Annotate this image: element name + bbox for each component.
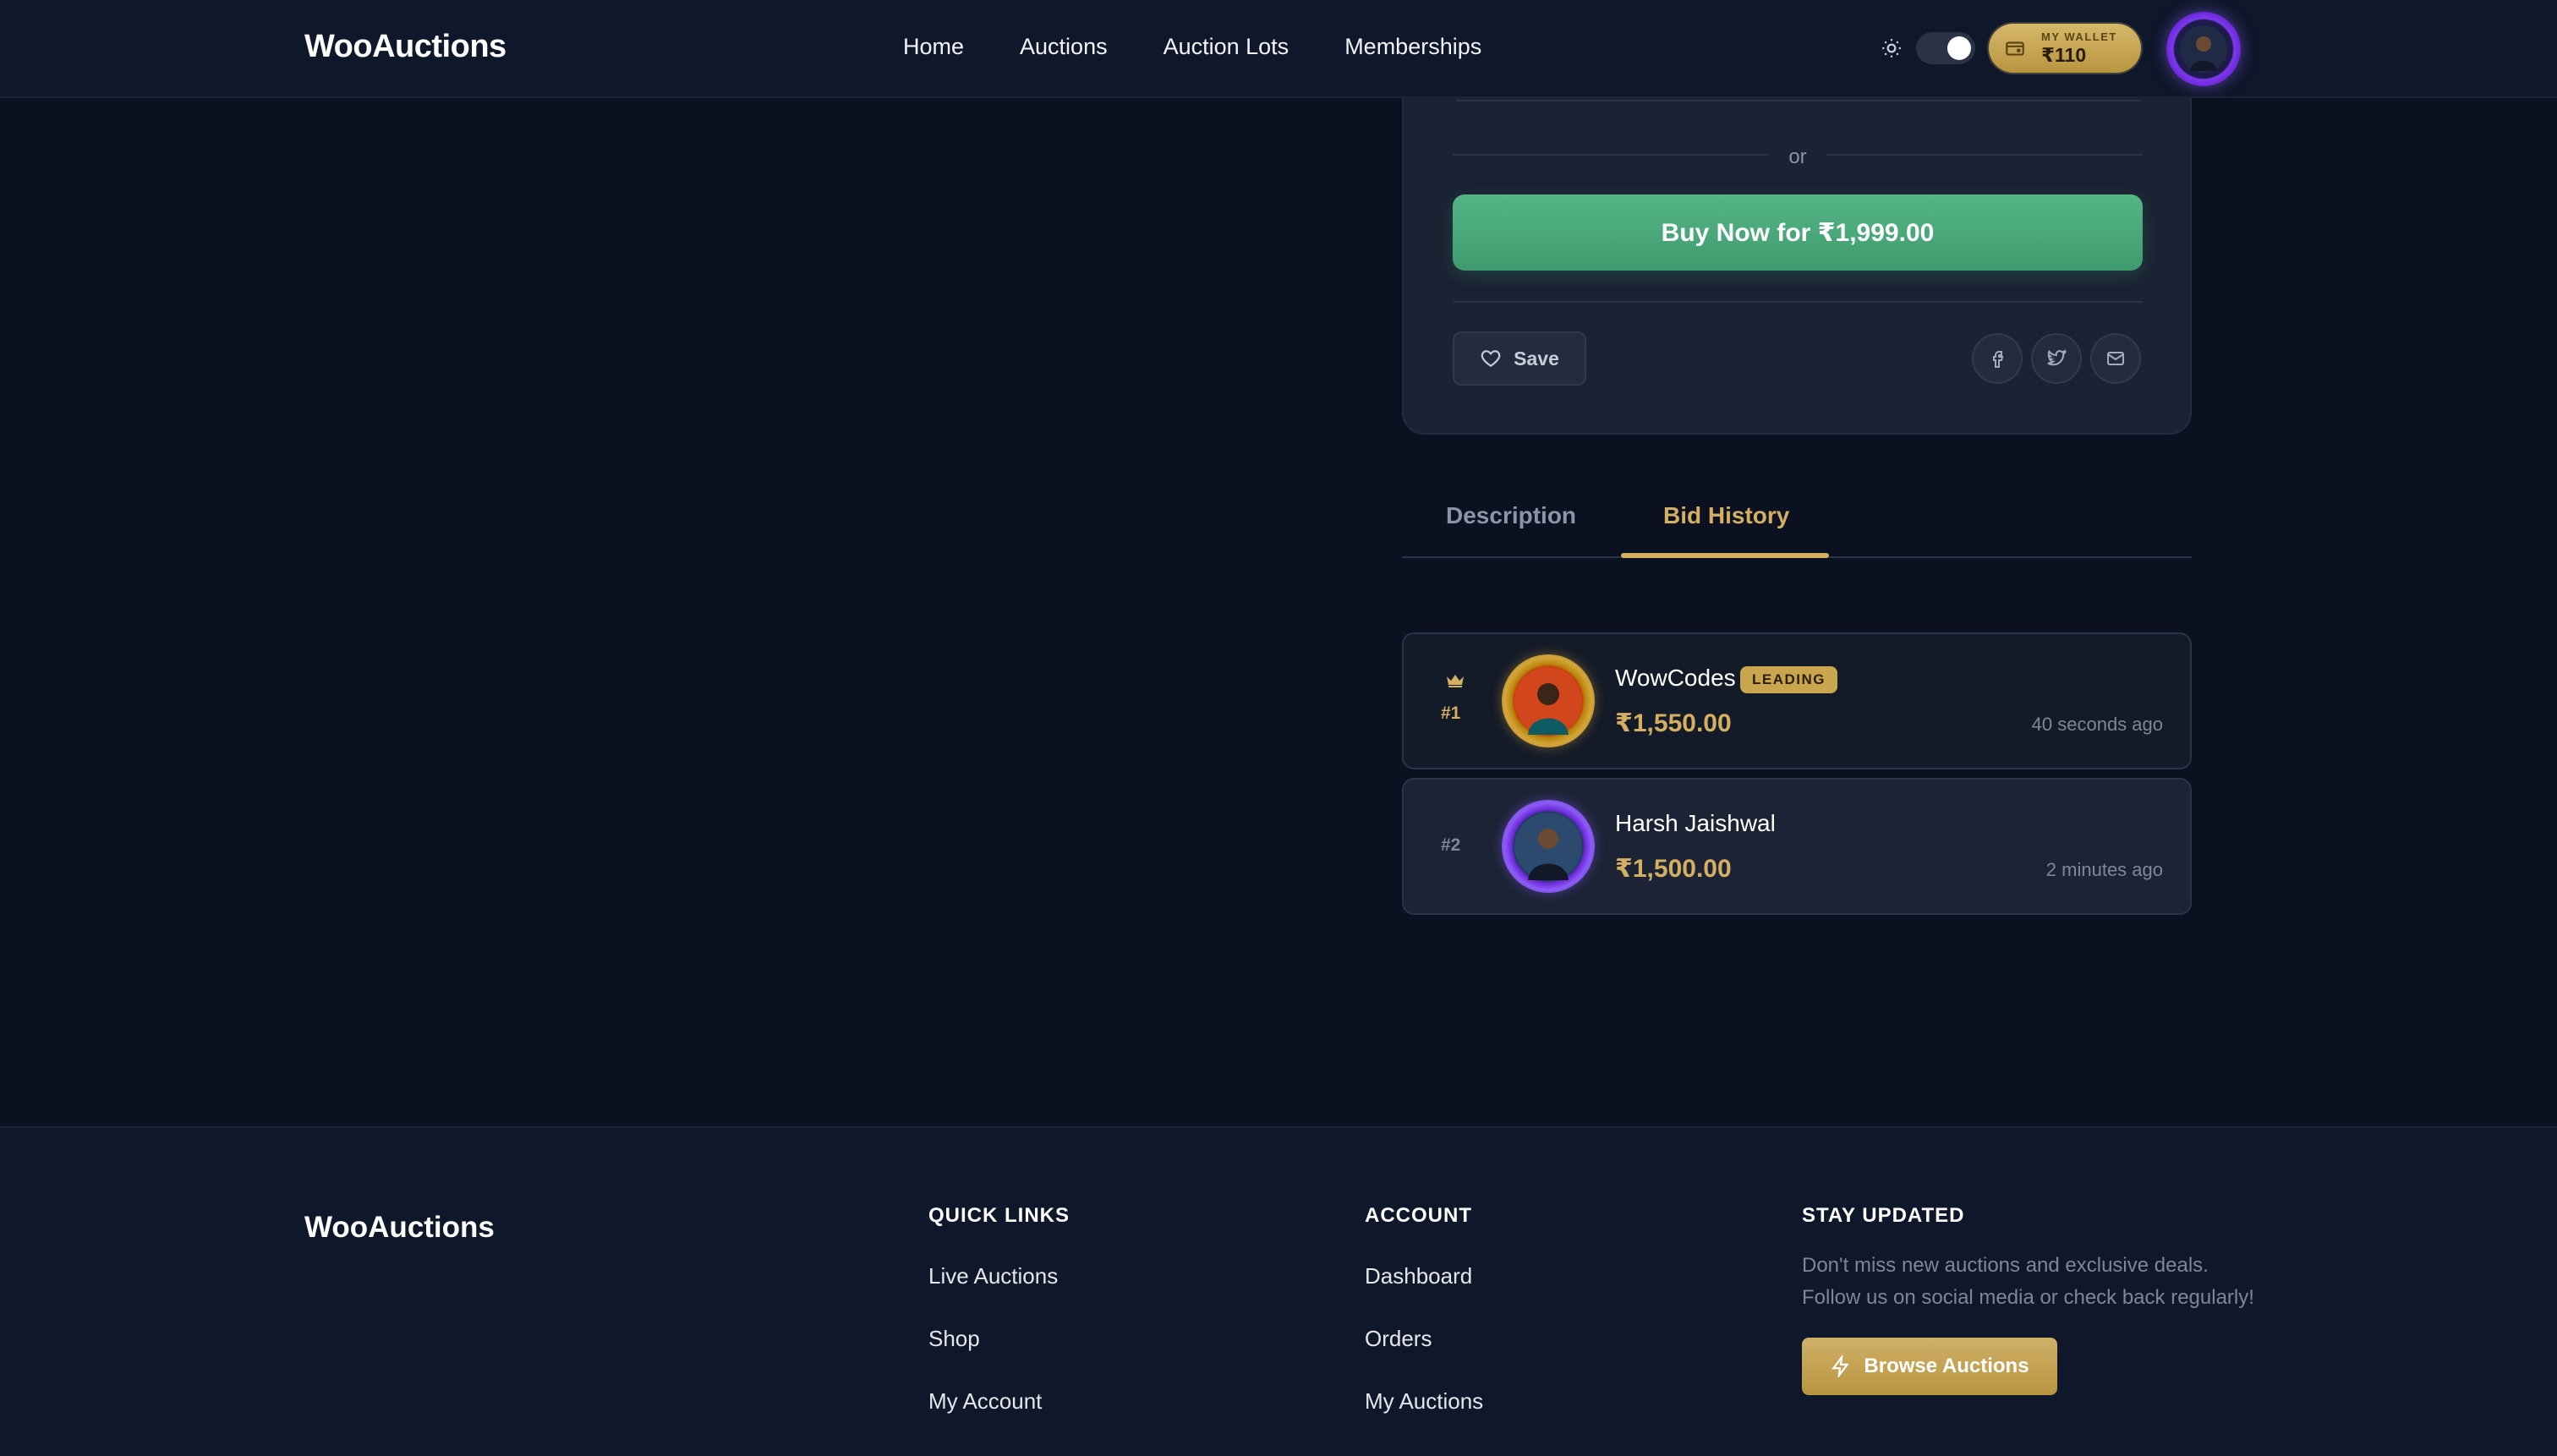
crown-icon bbox=[1447, 675, 1464, 687]
footer-link-shop[interactable]: Shop bbox=[928, 1326, 980, 1352]
or-divider: or bbox=[1453, 145, 2143, 168]
footer-link-my-auctions[interactable]: My Auctions bbox=[1365, 1388, 1483, 1415]
switch-knob bbox=[1947, 36, 1971, 60]
sun-icon bbox=[1882, 39, 1901, 57]
bidder-avatar-image bbox=[1514, 813, 1582, 880]
wallet-icon bbox=[2006, 41, 2024, 56]
active-tab-indicator bbox=[1621, 553, 1829, 558]
bid-rank: #1 bbox=[1441, 703, 1461, 723]
main-nav: Home Auctions Auction Lots Memberships bbox=[903, 34, 1537, 60]
or-text: or bbox=[1788, 145, 1807, 168]
product-tabs: Description Bid History bbox=[1402, 485, 2192, 558]
bidder-avatar bbox=[1502, 654, 1595, 747]
wallet-label: MY WALLET bbox=[2041, 30, 2117, 43]
nav-home[interactable]: Home bbox=[903, 34, 964, 60]
site-footer: WooAuctions QUICK LINKS Live Auctions Sh… bbox=[0, 1126, 2557, 1456]
tab-description[interactable]: Description bbox=[1446, 502, 1576, 529]
footer-heading-account: ACCOUNT bbox=[1365, 1204, 1472, 1227]
mail-icon bbox=[2107, 352, 2124, 365]
nav-auctions[interactable]: Auctions bbox=[1020, 34, 1108, 60]
user-avatar[interactable] bbox=[2166, 12, 2241, 86]
bidder-name: WowCodes bbox=[1615, 665, 1736, 691]
save-label: Save bbox=[1514, 347, 1559, 369]
wallet-button[interactable]: MY WALLET ₹110 bbox=[1989, 24, 2141, 73]
heart-icon bbox=[1481, 350, 1501, 367]
footer-link-dashboard[interactable]: Dashboard bbox=[1365, 1263, 1472, 1289]
wallet-text: MY WALLET ₹110 bbox=[2041, 31, 2117, 65]
bid-rank: #2 bbox=[1441, 835, 1461, 855]
share-facebook-button[interactable] bbox=[1972, 333, 2023, 384]
bid-time: 2 minutes ago bbox=[2045, 859, 2163, 880]
card-divider bbox=[1453, 301, 2143, 303]
footer-heading-quick-links: QUICK LINKS bbox=[928, 1204, 1070, 1227]
wallet-amount: ₹110 bbox=[2041, 44, 2087, 66]
card-top-divider bbox=[1456, 100, 2141, 101]
theme-toggle[interactable] bbox=[1881, 32, 1975, 64]
nav-auction-lots[interactable]: Auction Lots bbox=[1164, 34, 1289, 60]
footer-link-my-account[interactable]: My Account bbox=[928, 1388, 1042, 1415]
bidder-avatar-image bbox=[1514, 667, 1582, 735]
footer-logo[interactable]: WooAuctions bbox=[304, 1211, 495, 1245]
footer-newsletter-text: Don't miss new auctions and exclusive de… bbox=[1802, 1254, 2254, 1309]
nav-memberships[interactable]: Memberships bbox=[1344, 34, 1481, 60]
user-avatar-image bbox=[2180, 25, 2227, 73]
bidder-name: Harsh Jaishwal bbox=[1615, 810, 1776, 836]
browse-auctions-label: Browse Auctions bbox=[1864, 1355, 2029, 1377]
share-email-button[interactable] bbox=[2090, 333, 2141, 384]
or-line-right bbox=[1826, 154, 2143, 156]
bidder-avatar bbox=[1502, 800, 1595, 893]
footer-heading-stay-updated: STAY UPDATED bbox=[1802, 1204, 1965, 1227]
site-logo[interactable]: WooAuctions bbox=[304, 29, 506, 65]
purchase-card: or Buy Now for ₹1,999.00 Save bbox=[1402, 68, 2192, 435]
bid-time: 40 seconds ago bbox=[2031, 714, 2163, 735]
tab-bid-history[interactable]: Bid History bbox=[1663, 502, 1789, 529]
bid-amount: ₹1,550.00 bbox=[1615, 709, 1732, 737]
top-navbar: WooAuctions Home Auctions Auction Lots M… bbox=[0, 0, 2557, 98]
bid-amount: ₹1,500.00 bbox=[1615, 855, 1732, 883]
leading-badge: LEADING bbox=[1740, 666, 1837, 693]
buy-now-button[interactable]: Buy Now for ₹1,999.00 bbox=[1453, 194, 2143, 271]
footer-link-live-auctions[interactable]: Live Auctions bbox=[928, 1263, 1058, 1289]
footer-link-orders[interactable]: Orders bbox=[1365, 1326, 1432, 1352]
browse-auctions-button[interactable]: Browse Auctions bbox=[1802, 1338, 2057, 1395]
theme-switch[interactable] bbox=[1916, 32, 1975, 64]
save-button[interactable]: Save bbox=[1453, 331, 1586, 386]
bid-row: #2 Harsh Jaishwal ₹1,500.00 2 minutes ag… bbox=[1402, 778, 2192, 915]
share-twitter-button[interactable] bbox=[2031, 333, 2082, 384]
bid-row: #1 WowCodes LEADING ₹1,550.00 40 seconds… bbox=[1402, 632, 2192, 769]
facebook-icon bbox=[1993, 351, 2004, 368]
lightning-icon bbox=[1832, 1355, 1850, 1377]
twitter-icon bbox=[2047, 349, 2067, 366]
